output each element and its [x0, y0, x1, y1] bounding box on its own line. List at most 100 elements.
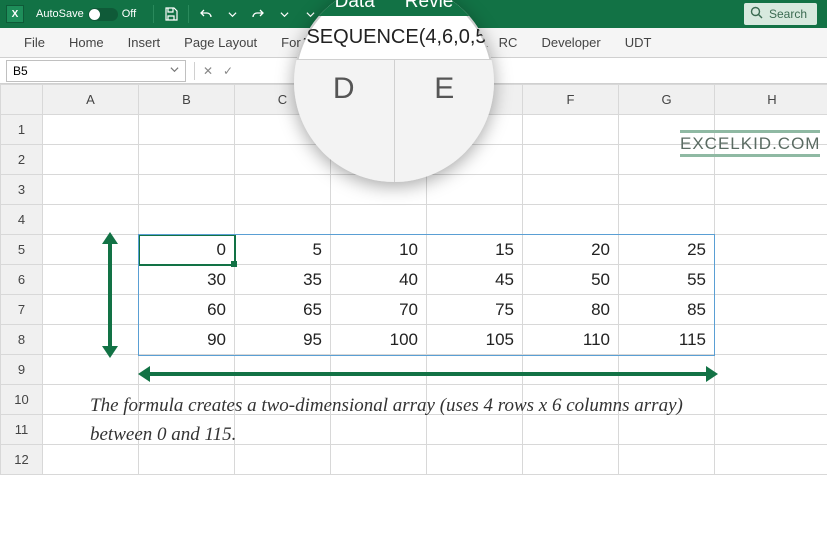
cell-F6[interactable]: 50 — [523, 265, 619, 295]
row-header-6[interactable]: 6 — [1, 265, 43, 295]
cell-B8[interactable]: 90 — [139, 325, 235, 355]
undo-icon[interactable] — [194, 3, 218, 25]
col-header-B[interactable]: B — [139, 85, 235, 115]
cell-F4[interactable] — [523, 205, 619, 235]
cell-F3[interactable] — [523, 175, 619, 205]
toggle-switch-icon[interactable] — [88, 8, 118, 21]
cell-H4[interactable] — [715, 205, 827, 235]
autosave-toggle[interactable]: AutoSave Off — [36, 8, 136, 21]
cell-C3[interactable] — [235, 175, 331, 205]
col-header-A[interactable]: A — [43, 85, 139, 115]
undo-dropdown-icon[interactable] — [220, 3, 244, 25]
cell-H12[interactable] — [715, 445, 827, 475]
cell-A5[interactable] — [43, 235, 139, 265]
col-header-G[interactable]: G — [619, 85, 715, 115]
cell-A8[interactable] — [43, 325, 139, 355]
cell-A2[interactable] — [43, 145, 139, 175]
cell-F7[interactable]: 80 — [523, 295, 619, 325]
cell-B1[interactable] — [139, 115, 235, 145]
cell-D9[interactable] — [331, 355, 427, 385]
row-header-7[interactable]: 7 — [1, 295, 43, 325]
cell-F9[interactable] — [523, 355, 619, 385]
cell-B12[interactable] — [139, 445, 235, 475]
row-header-2[interactable]: 2 — [1, 145, 43, 175]
name-box-dropdown-icon[interactable] — [170, 65, 179, 76]
row-header-9[interactable]: 9 — [1, 355, 43, 385]
cell-A9[interactable] — [43, 355, 139, 385]
row-header-8[interactable]: 8 — [1, 325, 43, 355]
cell-H9[interactable] — [715, 355, 827, 385]
cell-G4[interactable] — [619, 205, 715, 235]
cell-F5[interactable]: 20 — [523, 235, 619, 265]
cell-D7[interactable]: 70 — [331, 295, 427, 325]
cell-B5[interactable]: 0 — [139, 235, 235, 265]
cell-B4[interactable] — [139, 205, 235, 235]
cell-F8[interactable]: 110 — [523, 325, 619, 355]
enter-icon[interactable]: ✓ — [219, 64, 237, 78]
row-header-1[interactable]: 1 — [1, 115, 43, 145]
tab-file[interactable]: File — [14, 30, 55, 55]
cell-F1[interactable] — [523, 115, 619, 145]
cell-C4[interactable] — [235, 205, 331, 235]
col-header-H[interactable]: H — [715, 85, 827, 115]
row-header-5[interactable]: 5 — [1, 235, 43, 265]
cell-B9[interactable] — [139, 355, 235, 385]
cell-C9[interactable] — [235, 355, 331, 385]
cell-H11[interactable] — [715, 415, 827, 445]
tab-insert[interactable]: Insert — [118, 30, 171, 55]
cell-E9[interactable] — [427, 355, 523, 385]
row-header-4[interactable]: 4 — [1, 205, 43, 235]
cancel-icon[interactable]: ✕ — [199, 64, 217, 78]
tab-home[interactable]: Home — [59, 30, 114, 55]
cell-E3[interactable] — [427, 175, 523, 205]
cell-F12[interactable] — [523, 445, 619, 475]
cell-A6[interactable] — [43, 265, 139, 295]
cell-B7[interactable]: 60 — [139, 295, 235, 325]
select-all-corner[interactable] — [1, 85, 43, 115]
cell-A1[interactable] — [43, 115, 139, 145]
cell-C7[interactable]: 65 — [235, 295, 331, 325]
cell-C8[interactable]: 95 — [235, 325, 331, 355]
cell-B2[interactable] — [139, 145, 235, 175]
cell-D8[interactable]: 100 — [331, 325, 427, 355]
cell-A7[interactable] — [43, 295, 139, 325]
cell-G7[interactable]: 85 — [619, 295, 715, 325]
cell-E4[interactable] — [427, 205, 523, 235]
cell-E7[interactable]: 75 — [427, 295, 523, 325]
cell-G12[interactable] — [619, 445, 715, 475]
row-header-3[interactable]: 3 — [1, 175, 43, 205]
cell-H3[interactable] — [715, 175, 827, 205]
name-box[interactable]: B5 — [6, 60, 186, 82]
row-header-11[interactable]: 11 — [1, 415, 43, 445]
cell-C12[interactable] — [235, 445, 331, 475]
search-box[interactable]: Search — [744, 3, 817, 25]
cell-A3[interactable] — [43, 175, 139, 205]
tab-udt[interactable]: UDT — [615, 30, 662, 55]
cell-H7[interactable] — [715, 295, 827, 325]
cell-D4[interactable] — [331, 205, 427, 235]
cell-G3[interactable] — [619, 175, 715, 205]
cell-G9[interactable] — [619, 355, 715, 385]
cell-E12[interactable] — [427, 445, 523, 475]
redo-dropdown-icon[interactable] — [272, 3, 296, 25]
save-icon[interactable] — [159, 3, 183, 25]
cell-H6[interactable] — [715, 265, 827, 295]
col-header-F[interactable]: F — [523, 85, 619, 115]
cell-H5[interactable] — [715, 235, 827, 265]
cell-A4[interactable] — [43, 205, 139, 235]
cell-E6[interactable]: 45 — [427, 265, 523, 295]
tab-developer[interactable]: Developer — [531, 30, 610, 55]
tab-rc[interactable]: RC — [489, 30, 528, 55]
cell-E5[interactable]: 15 — [427, 235, 523, 265]
cell-D5[interactable]: 10 — [331, 235, 427, 265]
cell-B3[interactable] — [139, 175, 235, 205]
cell-A12[interactable] — [43, 445, 139, 475]
row-header-10[interactable]: 10 — [1, 385, 43, 415]
cell-E8[interactable]: 105 — [427, 325, 523, 355]
cell-G6[interactable]: 55 — [619, 265, 715, 295]
tab-page-layout[interactable]: Page Layout — [174, 30, 267, 55]
redo-icon[interactable] — [246, 3, 270, 25]
cell-G5[interactable]: 25 — [619, 235, 715, 265]
cell-D12[interactable] — [331, 445, 427, 475]
cell-H10[interactable] — [715, 385, 827, 415]
